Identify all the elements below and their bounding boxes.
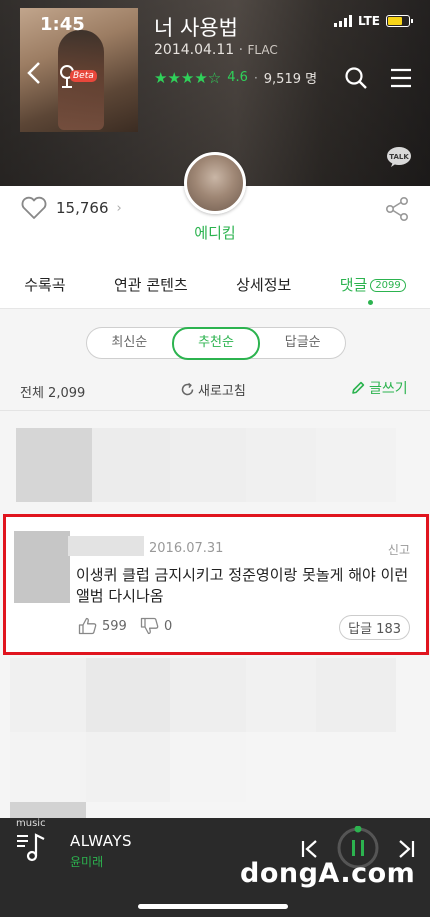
signal-icon (333, 15, 352, 27)
music-tag: music (16, 818, 46, 829)
status-indicators: LTE (333, 14, 413, 28)
battery-icon (386, 15, 413, 27)
write-comment-button[interactable]: 글쓰기 (350, 378, 408, 398)
thumbs-down-icon (140, 617, 159, 635)
refresh-label: 새로고침 (198, 384, 246, 399)
previous-track-icon[interactable] (300, 838, 322, 860)
status-time: 1:45 (40, 14, 85, 35)
sort-recommended[interactable]: 추천순 (171, 326, 261, 360)
comment-date: 2016.07.31 (149, 541, 224, 556)
comment-like-button[interactable]: 599 (78, 617, 127, 635)
thumbs-up-icon (78, 617, 97, 635)
active-tab-indicator (367, 299, 373, 305)
next-track-icon[interactable] (394, 838, 416, 860)
talk-label: TALK (389, 153, 409, 161)
now-playing-title: ALWAYS (70, 832, 133, 850)
comment-count-badge: 2099 (370, 278, 406, 292)
comment-like-count: 599 (102, 618, 127, 634)
comment-dislike-count: 0 (164, 618, 173, 634)
comment-total: 전체 2,099 (20, 386, 86, 401)
report-button[interactable]: 신고 (388, 541, 410, 558)
blurred-comment-tile (86, 658, 170, 732)
pencil-icon (352, 381, 365, 394)
kakaotalk-share-icon[interactable]: TALK (386, 146, 412, 168)
tab-comments-label: 댓글 (339, 275, 368, 294)
commenter-avatar[interactable] (14, 531, 70, 603)
artist-avatar[interactable] (184, 152, 246, 214)
highlighted-comment: 2016.07.31 신고 이생퀴 클럽 금지시키고 정준영이랑 못놀게 해야 … (3, 514, 429, 655)
sort-replies[interactable]: 답글순 (260, 328, 345, 358)
comment-sort-control: 최신순 추천순 답글순 (86, 326, 346, 360)
share-icon[interactable] (384, 196, 410, 222)
blurred-comment-tile (246, 428, 316, 502)
refresh-icon (181, 382, 194, 396)
sort-latest[interactable]: 최신순 (87, 328, 172, 358)
refresh-button[interactable]: 새로고침 (180, 380, 246, 399)
comment-text: 이생퀴 클럽 금지시키고 정준영이랑 못놀게 해야 이런앨범 다시나옴 (76, 566, 409, 605)
network-label: LTE (357, 14, 380, 28)
blurred-comment-tile (92, 428, 170, 502)
blurred-avatar (16, 428, 92, 502)
release-date: 2014.04.11 (154, 42, 235, 58)
blurred-comment-tile (86, 732, 170, 802)
song-title: 너 사용법 (154, 16, 238, 40)
back-icon[interactable] (22, 60, 48, 86)
comment-dislike-button[interactable]: 0 (140, 617, 172, 635)
blurred-comment-tile (246, 658, 316, 732)
audio-format: FLAC (247, 43, 278, 57)
write-label: 글쓰기 (369, 381, 408, 397)
blurred-comment-tile (170, 428, 246, 502)
blurred-comment-tile (170, 732, 246, 802)
reply-count-button[interactable]: 답글 183 (339, 615, 410, 640)
tab-tracks[interactable]: 수록곡 (24, 274, 65, 295)
like-count: 15,766 (56, 199, 109, 217)
like-button[interactable]: 15,766 › (20, 196, 122, 220)
rating-count: 9,519 명 (263, 72, 318, 87)
artist-name[interactable]: 에디킴 (0, 222, 430, 243)
donga-watermark: dongA.com (240, 858, 416, 889)
now-playing-artist: 윤미래 (70, 855, 104, 869)
search-icon[interactable] (344, 66, 368, 90)
commenter-name-redacted[interactable] (68, 536, 144, 556)
tab-details[interactable]: 상세정보 (236, 274, 291, 295)
like-arrow-icon: › (116, 200, 122, 216)
blurred-comment-tile (316, 658, 396, 732)
beta-badge: Beta (70, 70, 97, 82)
menu-icon[interactable] (390, 68, 412, 88)
comment-header-divider (0, 410, 430, 411)
rating-value: 4.6 (227, 70, 248, 85)
tab-comments[interactable]: 댓글 2099 (339, 274, 406, 305)
blurred-comment-tile (10, 658, 86, 732)
rating-stars: ★★★★☆ (154, 68, 222, 87)
playlist-icon[interactable] (16, 830, 48, 862)
release-info: 2014.04.11 · FLAC (154, 42, 278, 58)
detail-tabs: 수록곡 연관 콘텐츠 상세정보 댓글 2099 (0, 266, 430, 305)
blurred-comment-tile (170, 658, 246, 732)
heart-icon (21, 196, 47, 219)
home-indicator[interactable] (138, 904, 288, 909)
blurred-comment-tile (10, 732, 86, 802)
blurred-comment-tile (316, 428, 396, 502)
rating-row[interactable]: ★★★★☆ 4.6 · 9,519 명 (154, 68, 318, 88)
blurred-avatar (10, 802, 86, 818)
tab-related-content[interactable]: 연관 콘텐츠 (114, 274, 188, 295)
